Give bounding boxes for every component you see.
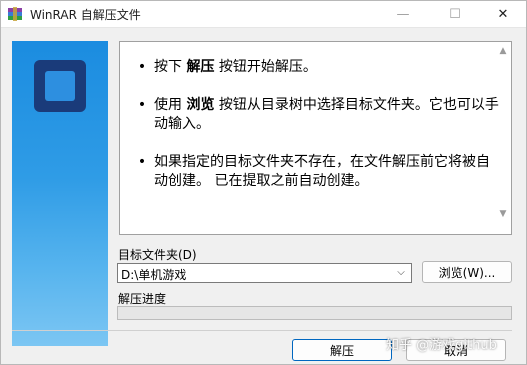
instruction-suffix: 按钮开始解压。 xyxy=(214,59,317,75)
cancel-button[interactable]: 取消 xyxy=(406,339,506,361)
scroll-down-icon[interactable]: ▼ xyxy=(498,209,508,219)
instruction-keyword: 浏览 xyxy=(186,97,215,113)
bullet-icon: • xyxy=(137,59,147,75)
instruction-keyword: 解压 xyxy=(186,59,215,75)
target-folder-value[interactable]: D:\单机游戏 xyxy=(121,266,186,283)
instruction-item: • 按下 解压 按钮开始解压。 xyxy=(138,58,502,77)
maximize-button[interactable]: ☐ xyxy=(433,1,477,27)
instruction-item: • 使用 浏览 按钮从目录树中选择目标文件夹。它也可以手动输入。 xyxy=(138,96,502,134)
winrar-icon xyxy=(8,7,22,21)
divider xyxy=(12,330,512,331)
instruction-prefix: 使用 xyxy=(154,97,187,113)
side-banner xyxy=(12,41,108,346)
bullet-icon: • xyxy=(137,154,147,170)
sfx-logo-inner xyxy=(45,71,75,101)
instruction-prefix: 如果指定的目标文件夹不存在，在文件解压前它将被自动创建。 已在提取之前自动创建。 xyxy=(154,154,490,189)
target-folder-combobox[interactable]: D:\单机游戏 ⌵ xyxy=(117,263,412,283)
instruction-prefix: 按下 xyxy=(154,59,187,75)
extract-progress-bar xyxy=(117,306,512,320)
browse-button[interactable]: 浏览(W)... xyxy=(422,261,512,283)
title-bar: WinRAR 自解压文件 — ☐ ✕ xyxy=(1,1,526,28)
progress-label: 解压进度 xyxy=(118,292,167,306)
instruction-item: • 如果指定的目标文件夹不存在，在文件解压前它将被自动创建。 已在提取之前自动创建… xyxy=(138,153,502,191)
minimize-button[interactable]: — xyxy=(381,1,425,27)
bullet-icon: • xyxy=(137,97,147,113)
scroll-up-icon[interactable]: ▲ xyxy=(498,46,508,56)
window-title: WinRAR 自解压文件 xyxy=(30,8,141,22)
sfx-window: WinRAR 自解压文件 — ☐ ✕ • 按下 解压 按钮开始解压。 • 使用 浏览… xyxy=(0,0,527,365)
target-folder-label: 目标文件夹(D) xyxy=(118,248,197,262)
chevron-down-icon[interactable]: ⌵ xyxy=(394,265,408,281)
sfx-logo-icon xyxy=(34,60,86,112)
extract-button[interactable]: 解压 xyxy=(292,339,392,361)
close-button[interactable]: ✕ xyxy=(481,1,525,27)
